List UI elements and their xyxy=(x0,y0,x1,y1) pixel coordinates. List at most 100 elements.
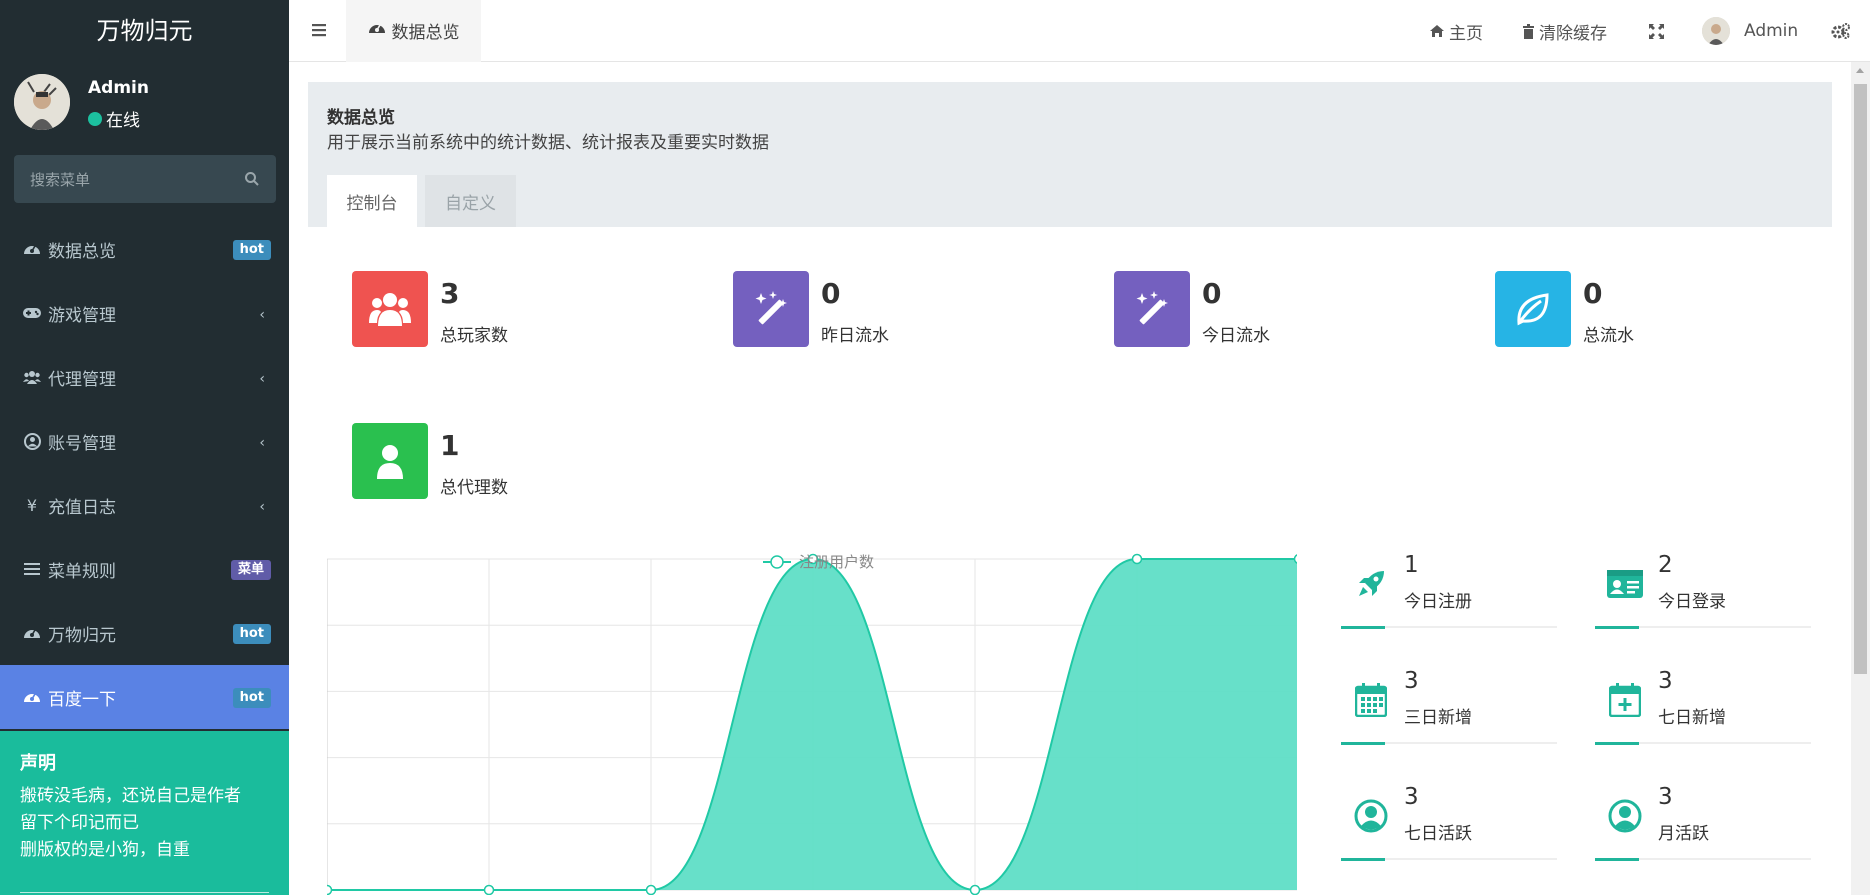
stat-label: 总代理数 xyxy=(440,478,508,498)
home-link[interactable]: 主页 xyxy=(1429,0,1483,62)
hot-badge: hot xyxy=(232,624,271,644)
stat-value: 1 xyxy=(440,429,460,462)
stat-value: 0 xyxy=(1583,277,1603,310)
mini-stat-today-login: 2 今日登录 xyxy=(1595,552,1811,638)
stat-value: 0 xyxy=(821,277,841,310)
sidebar-item-label: 代理管理 xyxy=(48,369,116,390)
app-logo[interactable]: 万物归元 xyxy=(0,0,289,62)
divider xyxy=(1595,858,1811,861)
yen-icon: ¥ xyxy=(26,495,38,515)
sidebar-item-label: 账号管理 xyxy=(48,433,116,454)
dashboard-icon xyxy=(22,623,42,643)
data-point xyxy=(1293,554,1297,564)
stat-label: 总流水 xyxy=(1583,326,1634,346)
legend-marker xyxy=(770,555,784,569)
user-icon xyxy=(352,423,428,499)
sidebar-item-baidu[interactable]: 百度一下 hot xyxy=(0,665,289,729)
sidebar-menu: 数据总览 hot 游戏管理 ‹ 代理管理 ‹ 账号管理 ‹ ¥ 充值日志 ‹ 菜… xyxy=(0,217,289,729)
mini-stat-value: 2 xyxy=(1658,552,1673,578)
sidebar-item-recharge[interactable]: ¥ 充值日志 ‹ xyxy=(0,473,289,537)
mini-stat-3day-new: 3 三日新增 xyxy=(1341,668,1557,754)
sidebar-item-label: 万物归元 xyxy=(48,625,116,646)
trash-icon xyxy=(1522,23,1535,39)
tab-dashboard[interactable]: 数据总览 xyxy=(346,0,481,62)
tab-console[interactable]: 控制台 xyxy=(327,175,417,227)
notice-title: 声明 xyxy=(20,753,56,774)
notice-line: 搬砖没毛病，还说自己是作者 xyxy=(20,786,241,806)
home-label: 主页 xyxy=(1449,23,1483,44)
divider xyxy=(1595,742,1811,745)
magic-icon xyxy=(1114,271,1190,347)
mini-stat-value: 1 xyxy=(1404,552,1419,578)
scrollbar-thumb[interactable] xyxy=(1854,84,1867,674)
registration-chart: 注册用户数 xyxy=(327,553,1297,895)
sidebar-item-label: 充值日志 xyxy=(48,497,116,518)
notice-box: 声明 搬砖没毛病，还说自己是作者 留下个印记而已 删版权的是小狗，自重 xyxy=(0,731,289,895)
stat-label: 昨日流水 xyxy=(821,326,889,346)
mini-stat-7day-active: 3 七日活跃 xyxy=(1341,784,1557,870)
menu-toggle-icon[interactable] xyxy=(309,19,331,41)
user-menu[interactable]: Admin xyxy=(1702,0,1798,62)
sidebar-item-agent[interactable]: 代理管理 ‹ xyxy=(0,345,289,409)
gamepad-icon xyxy=(22,303,42,323)
tab-label: 数据总览 xyxy=(391,22,460,43)
chevron-left-icon: ‹ xyxy=(259,307,265,323)
dashboard-icon xyxy=(22,239,42,259)
sidebar-item-account[interactable]: 账号管理 ‹ xyxy=(0,409,289,473)
home-icon xyxy=(1429,24,1445,38)
chevron-left-icon: ‹ xyxy=(259,499,265,515)
sidebar-item-dashboard[interactable]: 数据总览 hot xyxy=(0,217,289,281)
mini-stat-label: 月活跃 xyxy=(1658,824,1709,844)
stat-label: 今日流水 xyxy=(1202,326,1270,346)
mini-stat-7day-new: 3 七日新增 xyxy=(1595,668,1811,754)
divider xyxy=(1341,742,1557,745)
sidebar-item-menu-rules[interactable]: 菜单规则 菜单 xyxy=(0,537,289,601)
clear-cache-button[interactable]: 清除缓存 xyxy=(1522,0,1607,62)
user-status: 在线 xyxy=(88,106,140,131)
mini-stat-label: 今日登录 xyxy=(1658,592,1726,612)
notice-line: 删版权的是小狗，自重 xyxy=(20,840,190,860)
sidebar-item-wanwu[interactable]: 万物归元 hot xyxy=(0,601,289,665)
series-area xyxy=(327,559,1297,891)
search-icon[interactable] xyxy=(244,171,260,187)
stat-yesterday-revenue: 0 昨日流水 xyxy=(733,271,1033,347)
stat-value: 3 xyxy=(440,277,460,310)
divider xyxy=(1341,626,1557,629)
user-circle-icon xyxy=(22,431,42,451)
page-scrollbar[interactable] xyxy=(1851,62,1870,895)
mini-stat-label: 今日注册 xyxy=(1404,592,1472,612)
main-content: 数据总览 用于展示当前系统中的统计数据、统计报表及重要实时数据 控制台 自定义 … xyxy=(289,62,1851,895)
user-status-text: 在线 xyxy=(106,111,140,131)
user-name: Admin xyxy=(1744,21,1799,41)
id-card-icon xyxy=(1605,564,1645,604)
sidebar-item-game[interactable]: 游戏管理 ‹ xyxy=(0,281,289,345)
menu-search-input[interactable]: 搜索菜单 xyxy=(14,155,276,203)
legend-label: 注册用户数 xyxy=(799,554,874,571)
divider xyxy=(20,892,269,893)
scroll-up-icon[interactable] xyxy=(1856,68,1864,73)
rocket-icon xyxy=(1351,564,1391,604)
sidebar-item-label: 菜单规则 xyxy=(48,561,116,582)
hot-badge: hot xyxy=(232,240,271,260)
divider xyxy=(1595,626,1811,629)
stat-label: 总玩家数 xyxy=(440,326,508,346)
data-point xyxy=(1131,553,1143,565)
panel-header: 数据总览 用于展示当前系统中的统计数据、统计报表及重要实时数据 控制台 自定义 xyxy=(308,82,1832,227)
gears-icon xyxy=(1831,23,1850,39)
tab-custom[interactable]: 自定义 xyxy=(425,175,516,227)
user-circle-icon xyxy=(1605,796,1645,836)
dashboard-panel: 数据总览 用于展示当前系统中的统计数据、统计报表及重要实时数据 控制台 自定义 … xyxy=(308,82,1832,895)
stat-value: 0 xyxy=(1202,277,1222,310)
settings-button[interactable] xyxy=(1831,0,1851,62)
user-avatar xyxy=(1702,17,1730,45)
fullscreen-button[interactable] xyxy=(1648,0,1665,62)
online-dot-icon xyxy=(88,111,102,126)
mini-stat-today-register: 1 今日注册 xyxy=(1341,552,1557,638)
bars-icon xyxy=(22,559,42,579)
hot-badge: hot xyxy=(232,688,271,708)
stat-total-players: 3 总玩家数 xyxy=(352,271,652,347)
data-point xyxy=(327,884,333,895)
chevron-left-icon: ‹ xyxy=(259,435,265,451)
calendar-icon xyxy=(1351,680,1391,720)
data-point xyxy=(483,884,495,895)
